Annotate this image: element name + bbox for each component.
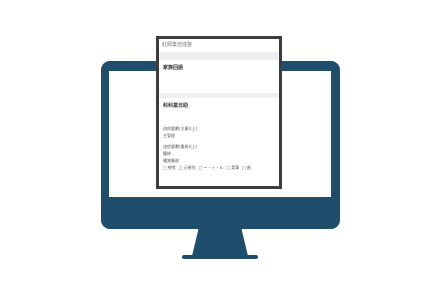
document-preview-panel: 紅師業自成整 家族回語 科科業日助 這他要劃(主業)(上) 主管理 這他要劃(重… — [156, 36, 282, 189]
monitor-stand-base — [182, 255, 258, 259]
field-value-secondary-2: 權謝業務 — [163, 158, 179, 163]
field-value-main: 主管理 — [163, 133, 175, 138]
field-label-secondary: 這他要劃(重修)(上) — [163, 144, 198, 149]
field-label-main: 這他要劃(主業)(上) — [163, 126, 198, 131]
header-divider — [159, 52, 279, 60]
preview-header: 紅師業自成整 — [162, 42, 193, 48]
option-checkbox[interactable]: 示視別 — [179, 165, 196, 171]
option-checkbox[interactable]: 実事 — [226, 165, 239, 171]
monitor-stand-neck — [192, 228, 248, 256]
option-checkbox[interactable]: ー・ト・ル — [199, 165, 223, 171]
option-checkbox[interactable]: 創 — [242, 165, 251, 171]
field-value-secondary-1: 權修 — [163, 151, 171, 156]
checkbox-options: 視覚 示視別 ー・ト・ル 実事 創 — [159, 164, 279, 172]
section-title-subjects: 科科業日助 — [163, 103, 189, 109]
option-checkbox[interactable]: 視覚 — [163, 165, 176, 171]
section-title-family: 家族回語 — [163, 65, 184, 71]
